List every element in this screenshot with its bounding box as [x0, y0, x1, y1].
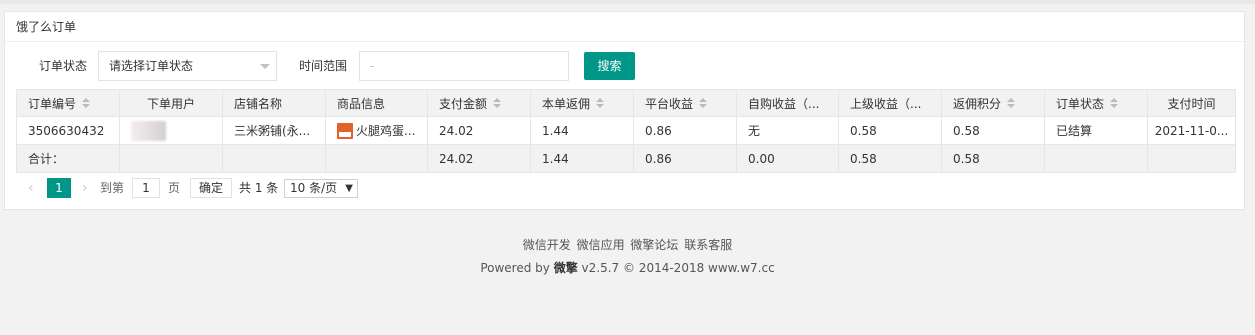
table-row: 3506630432 三米粥铺(永... 火腿鸡蛋... 24.02 1.44 …: [17, 116, 1235, 144]
table-header: 订单编号 下单用户 店铺名称 商品信息 支付金额 本单返佣 平台收益 自购收益（…: [17, 90, 1235, 116]
cell-shop: 三米粥铺(永...: [223, 117, 326, 144]
chevron-right-icon[interactable]: ›: [82, 179, 88, 197]
goto-confirm-button[interactable]: 确定: [190, 178, 232, 198]
footer-link-forum[interactable]: 微擎论坛: [630, 238, 678, 252]
cell-parent: 0.58: [839, 117, 942, 144]
col-platform[interactable]: 平台收益: [634, 90, 737, 116]
top-strip: [0, 0, 1255, 4]
cell-self: 无: [737, 117, 839, 144]
table-total-row: 合计： 24.02 1.44 0.86 0.00 0.58 0.58: [17, 144, 1235, 172]
sort-icon[interactable]: [699, 98, 708, 108]
time-range-placeholder: -: [370, 59, 375, 73]
footer-link-support[interactable]: 联系客服: [684, 238, 732, 252]
status-select[interactable]: 请选择订单状态: [98, 51, 277, 81]
footer-links: 微信开发 微信应用 微擎论坛 联系客服: [0, 236, 1255, 253]
status-select-value: 请选择订单状态: [109, 59, 194, 73]
time-range-input[interactable]: -: [359, 51, 569, 81]
cell-commission: 1.44: [531, 117, 634, 144]
total-commission: 1.44: [531, 145, 634, 172]
total-pay: 24.02: [428, 145, 531, 172]
sort-icon[interactable]: [1110, 98, 1119, 108]
footer-link-apps[interactable]: 微信应用: [577, 238, 625, 252]
dropdown-arrow-icon: ▼: [345, 183, 353, 194]
page-unit-label: 页: [168, 181, 181, 195]
pagination: ‹ 1 › 到第 1 页 确定 共 1 条 10 条/页 ▼: [16, 175, 416, 201]
total-self: 0.00: [737, 145, 839, 172]
cell-pay: 24.02: [428, 117, 531, 144]
cell-time: 2021-11-0...: [1154, 123, 1229, 138]
sort-icon[interactable]: [493, 98, 502, 108]
orders-table: 订单编号 下单用户 店铺名称 商品信息 支付金额 本单返佣 平台收益 自购收益（…: [16, 89, 1236, 173]
goods-thumbnail: [337, 122, 353, 139]
page-size-value: 10 条/页: [290, 181, 338, 195]
panel-title: 饿了么订单: [5, 12, 1244, 42]
col-commission[interactable]: 本单返佣: [531, 90, 634, 116]
sort-icon[interactable]: [82, 98, 91, 108]
col-time: 支付时间: [1167, 96, 1216, 111]
col-self[interactable]: 自购收益（...: [737, 90, 839, 116]
total-count: 共 1 条: [239, 181, 279, 195]
footer-link-dev[interactable]: 微信开发: [523, 238, 571, 252]
cell-order-no: 3506630432: [17, 117, 120, 144]
page-current[interactable]: 1: [47, 178, 71, 198]
cell-goods: 火腿鸡蛋...: [326, 117, 428, 144]
version-text: v2.5.7 © 2014-2018: [581, 261, 705, 275]
total-platform: 0.86: [634, 145, 737, 172]
orders-panel: 饿了么订单 订单状态 请选择订单状态 时间范围 - 搜索 订单编号 下单用户 店…: [4, 11, 1245, 210]
avatar: [131, 120, 166, 141]
goto-label: 到第: [100, 181, 125, 195]
col-goods: 商品信息: [326, 90, 428, 116]
chevron-left-icon[interactable]: ‹: [28, 179, 34, 197]
total-parent: 0.58: [839, 145, 942, 172]
chevron-down-icon: [260, 64, 270, 69]
powered-by-text: Powered by: [480, 261, 550, 275]
col-points[interactable]: 返佣积分: [942, 90, 1045, 116]
col-order-no[interactable]: 订单编号: [17, 90, 120, 116]
sort-icon[interactable]: [1007, 98, 1016, 108]
footer-copyright: Powered by 微擎 v2.5.7 © 2014-2018 www.w7.…: [0, 259, 1255, 276]
time-range-label: 时间范围: [299, 59, 348, 73]
cell-status: 已结算: [1045, 117, 1148, 144]
col-shop: 店铺名称: [223, 90, 326, 116]
total-label: 合计：: [17, 145, 120, 172]
cell-points: 0.58: [942, 117, 1045, 144]
cell-platform: 0.86: [634, 117, 737, 144]
page-size-select[interactable]: 10 条/页 ▼: [284, 179, 358, 198]
site-link[interactable]: www.w7.cc: [708, 261, 775, 275]
goto-page-input[interactable]: 1: [132, 178, 160, 198]
brand-name[interactable]: 微擎: [554, 261, 578, 275]
col-pay[interactable]: 支付金额: [428, 90, 531, 116]
col-user: 下单用户: [120, 90, 223, 116]
search-button[interactable]: 搜索: [584, 52, 635, 80]
sort-icon[interactable]: [596, 98, 605, 108]
col-status[interactable]: 订单状态: [1045, 90, 1148, 116]
col-parent[interactable]: 上级收益（...: [839, 90, 942, 116]
status-filter-label: 订单状态: [39, 59, 88, 73]
cell-user: [120, 117, 223, 144]
total-points: 0.58: [942, 145, 1045, 172]
